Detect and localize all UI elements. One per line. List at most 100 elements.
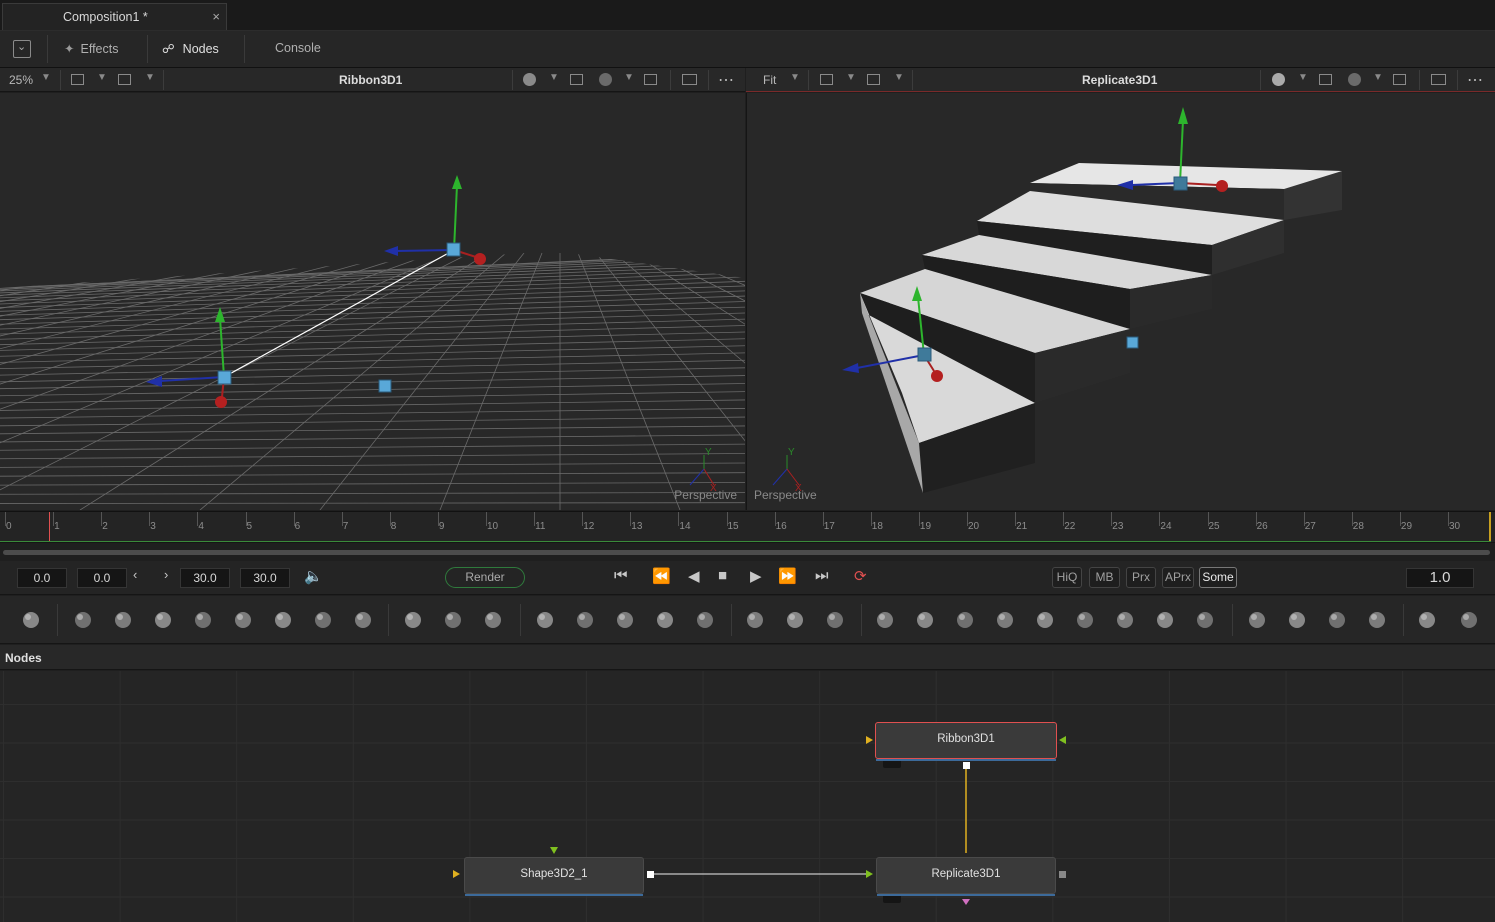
tool-icon[interactable] [534,609,556,631]
node-replicate3d1[interactable]: Replicate3D1 [876,857,1056,896]
chevron-down-icon[interactable]: ▼ [97,72,107,83]
tool-icon[interactable] [192,609,214,631]
tool-icon[interactable] [914,609,936,631]
chevron-down-icon[interactable]: ▼ [846,72,856,83]
chevron-down-icon[interactable]: ▼ [1298,72,1308,83]
roi-icon[interactable] [118,74,131,85]
tool-icon[interactable] [1286,609,1308,631]
tool-icon[interactable] [442,609,464,631]
tool-icon[interactable] [1074,609,1096,631]
lighting-icon[interactable] [523,73,536,86]
time-scroll[interactable] [0,544,1495,560]
tool-icon[interactable] [994,609,1016,631]
chevron-down-icon[interactable]: ▼ [145,72,155,83]
split-view-icon[interactable] [644,74,657,85]
left-viewport[interactable]: Y X Perspective [0,93,745,510]
tool-icon[interactable] [1458,609,1480,631]
node-ribbon3d1[interactable]: Ribbon3D1 [875,722,1057,761]
play-reverse-icon[interactable]: ◀ [688,567,700,585]
chevron-down-icon[interactable]: ▼ [1373,72,1383,83]
tool-icon[interactable] [694,609,716,631]
prx-toggle[interactable]: Prx [1126,567,1156,588]
step-forward-icon[interactable]: › [164,567,168,582]
right-viewport[interactable]: Y X Perspective [746,93,1495,510]
single-view-icon[interactable] [682,74,697,85]
chevron-down-icon[interactable]: ▼ [624,72,634,83]
tool-icon[interactable] [574,609,596,631]
go-to-end-icon[interactable]: ⏭ [815,567,829,584]
chevron-down-icon[interactable]: ▼ [41,72,51,83]
tool-icon[interactable] [152,609,174,631]
single-view-icon[interactable] [1431,74,1446,85]
close-tab-icon[interactable]: × [212,9,220,24]
tool-icon[interactable] [744,609,766,631]
channel-a-icon[interactable] [71,74,84,85]
global-end-field[interactable]: 30.0 [240,568,290,588]
tool-icon[interactable] [72,609,94,631]
audio-icon[interactable]: 🔈 [304,567,323,585]
loop-icon[interactable]: ⟳ [854,567,867,585]
tool-icon[interactable] [614,609,636,631]
panel-menu-button[interactable]: ⌄ [13,40,31,58]
tool-icon[interactable] [402,609,424,631]
some-toggle[interactable]: Some [1199,567,1237,588]
tool-icon[interactable] [312,609,334,631]
channel-a-icon[interactable] [820,74,833,85]
zoom-select[interactable]: 25% [9,73,33,87]
chevron-down-icon[interactable]: ▼ [894,72,904,83]
tool-icon[interactable] [1416,609,1438,631]
hiq-toggle[interactable]: HiQ [1052,567,1082,588]
lighting-icon[interactable] [1272,73,1285,86]
effects-button[interactable]: ✦ Effects [64,41,118,56]
render-end-field[interactable]: 30.0 [180,568,230,588]
tool-icon[interactable] [1034,609,1056,631]
stop-icon[interactable]: ■ [718,567,727,584]
tool-icon[interactable] [1194,609,1216,631]
rewind-icon[interactable]: ⏪ [652,567,671,585]
tool-icon[interactable] [824,609,846,631]
zoom-select[interactable]: Fit [763,73,776,87]
composition-tab[interactable]: Composition1 * × [2,3,227,30]
render-start-field[interactable]: 0.0 [77,568,127,588]
nodes-button[interactable]: ☍ Nodes [162,41,219,56]
go-to-start-icon[interactable]: ⏮ [614,567,628,584]
tool-icon[interactable] [1154,609,1176,631]
node-editor[interactable]: Ribbon3D1 Shape3D2_1 Replicate3D1 [0,671,1495,922]
tool-icon[interactable] [482,609,504,631]
play-icon[interactable]: ▶ [750,567,762,585]
aprx-toggle[interactable]: APrx [1162,567,1194,588]
lut-icon[interactable] [570,74,583,85]
range-end-marker[interactable] [1489,512,1491,542]
playhead[interactable] [49,512,50,542]
global-start-field[interactable]: 0.0 [17,568,67,588]
tool-icon[interactable] [1326,609,1348,631]
tool-icon[interactable] [20,609,42,631]
chevron-down-icon[interactable]: ▼ [790,72,800,83]
tool-icon[interactable] [112,609,134,631]
tool-icon[interactable] [874,609,896,631]
time-ruler[interactable]: 0 1 2 3 4 5 6 7 8 9 10 11 12 13 14 15 16 17 18 19 20 21 22 23 24… [0,511,1495,543]
more-options-icon[interactable]: ⋯ [718,70,734,90]
tool-icon[interactable] [272,609,294,631]
tool-icon[interactable] [1114,609,1136,631]
render-button[interactable]: Render [445,567,525,588]
tool-icon[interactable] [784,609,806,631]
chevron-down-icon[interactable]: ▼ [549,72,559,83]
tool-icon[interactable] [232,609,254,631]
console-button[interactable]: Console [275,41,321,55]
time-scrollbar[interactable] [3,550,1490,555]
tool-icon[interactable] [1366,609,1388,631]
current-time-field[interactable]: 1.0 [1406,568,1474,588]
roi-icon[interactable] [867,74,880,85]
split-view-icon[interactable] [1393,74,1406,85]
tool-icon[interactable] [954,609,976,631]
tool-icon[interactable] [654,609,676,631]
tool-icon[interactable] [352,609,374,631]
node-shape3d2-1[interactable]: Shape3D2_1 [464,857,644,896]
more-options-icon[interactable]: ⋯ [1467,70,1483,90]
tool-icon[interactable] [1246,609,1268,631]
fast-forward-icon[interactable]: ⏩ [778,567,797,585]
mb-toggle[interactable]: MB [1089,567,1120,588]
step-back-icon[interactable]: ‹ [133,567,137,582]
color-channels-icon[interactable] [599,73,612,86]
